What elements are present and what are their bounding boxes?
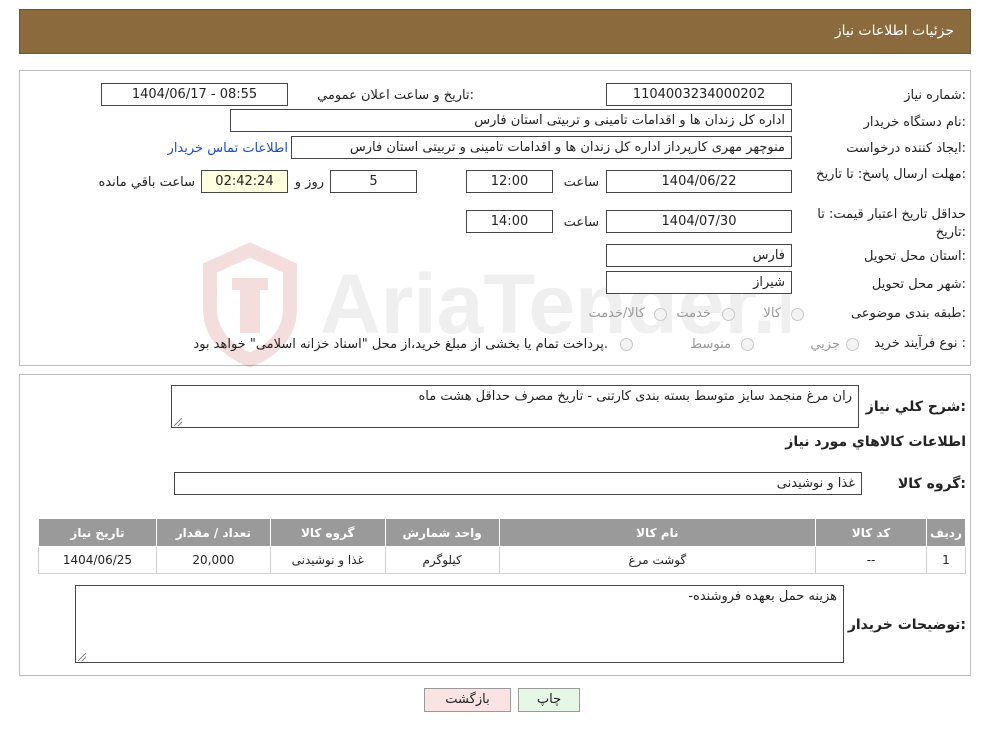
creator-label: ايجاد کننده درخواست: bbox=[846, 141, 966, 156]
buyer-notes-label: توضيحات خريدار: bbox=[847, 617, 966, 633]
col-row-number: رديف bbox=[925, 518, 967, 547]
summary-textarea[interactable]: ران مرغ منجمد سایز متوسط بسته بندی کارتن… bbox=[171, 385, 859, 428]
summary-text: ران مرغ منجمد سایز متوسط بسته بندی کارتن… bbox=[418, 389, 852, 404]
cell-unit: کیلوگرم bbox=[384, 546, 500, 574]
col-goods-name: نام کالا bbox=[498, 518, 817, 547]
city-label: شهر محل تحويل: bbox=[871, 277, 966, 292]
goods-table-header: تاريخ نياز تعداد / مقدار گروه کالا واحد … bbox=[38, 518, 967, 547]
col-quantity: تعداد / مقدار bbox=[155, 518, 271, 547]
category-option-service: خدمت bbox=[676, 306, 711, 321]
buyer-notes-textarea[interactable]: هزینه حمل بعهده فروشنده- bbox=[75, 585, 844, 663]
col-unit: واحد شمارش bbox=[384, 518, 500, 547]
col-goods-code: کد کالا bbox=[815, 518, 927, 547]
cell-goods-group: غذا و نوشیدنی bbox=[269, 546, 386, 574]
summary-label: شرح کلي نياز: bbox=[865, 399, 966, 415]
remaining-time-field: 02:42:24 bbox=[201, 170, 288, 193]
contact-info-link[interactable]: اطلاعات تماس خريدار bbox=[168, 141, 288, 156]
category-label: طبقه بندی موضوعی: bbox=[850, 306, 966, 321]
days-label: روز و bbox=[294, 175, 324, 190]
buyer-field: اداره کل زندان ها و اقدامات تامینی و ترب… bbox=[230, 109, 792, 132]
validity-date-field: 1404/07/30 bbox=[606, 210, 792, 233]
goods-info-title: اطلاعات کالاهاي مورد نياز bbox=[785, 434, 966, 450]
need-number-field: 1104003234000202 bbox=[606, 83, 792, 106]
validity-label: حداقل تاريخ اعتبار قيمت: تا تاريخ: bbox=[817, 207, 966, 240]
buyer-notes-text: هزینه حمل بعهده فروشنده- bbox=[688, 589, 837, 604]
page-title: جزئیات اطلاعات نیاز bbox=[834, 23, 954, 39]
goods-table: تاريخ نياز تعداد / مقدار گروه کالا واحد … bbox=[38, 518, 967, 574]
print-button[interactable]: چاپ bbox=[518, 688, 580, 712]
table-row: 1404/06/25 20,000 غذا و نوشیدنی کیلوگرم … bbox=[38, 546, 967, 574]
cell-goods-name: گوشت مرغ bbox=[498, 546, 817, 574]
announce-field: 1404/06/17 - 08:55 bbox=[101, 83, 288, 106]
category-option-goods-service: کالا/خدمت bbox=[588, 306, 645, 321]
cell-row-number: 1 bbox=[925, 546, 967, 574]
category-radio-goods[interactable] bbox=[791, 308, 804, 321]
announce-label: تاريخ و ساعت اعلان عمومي: bbox=[317, 88, 474, 103]
city-field: شیراز bbox=[606, 271, 792, 294]
cell-quantity: 20,000 bbox=[155, 546, 271, 574]
deadline-time-label: ساعت bbox=[563, 175, 599, 190]
deadline-time-field: 12:00 bbox=[466, 170, 553, 193]
category-radio-goods-service[interactable] bbox=[654, 308, 667, 321]
goods-group-label: گروه کالا: bbox=[897, 476, 966, 492]
validity-time-label: ساعت bbox=[563, 215, 599, 230]
process-label: نوع فرآيند خريد : bbox=[874, 336, 966, 351]
process-radio-medium[interactable] bbox=[741, 338, 754, 351]
category-option-goods: کالا bbox=[763, 306, 781, 321]
remaining-label: ساعت باقي مانده bbox=[98, 175, 195, 190]
creator-field: منوچهر مهری کارپرداز اداره کل زندان ها و… bbox=[291, 136, 792, 159]
province-label: استان محل تحويل: bbox=[864, 249, 966, 264]
process-option-minor: جزيي bbox=[810, 337, 840, 352]
validity-time-field: 14:00 bbox=[466, 210, 553, 233]
days-field: 5 bbox=[330, 170, 417, 193]
process-option-medium: متوسط bbox=[690, 337, 731, 352]
need-number-label: شماره نیاز: bbox=[904, 88, 966, 103]
process-radio-minor[interactable] bbox=[846, 338, 859, 351]
col-goods-group: گروه کالا bbox=[269, 518, 386, 547]
col-need-date: تاريخ نياز bbox=[38, 518, 157, 547]
cell-need-date: 1404/06/25 bbox=[38, 546, 157, 574]
resize-grip-icon[interactable] bbox=[78, 653, 86, 661]
province-field: فارس bbox=[606, 244, 792, 267]
back-button[interactable]: بازگشت bbox=[424, 688, 511, 712]
process-note: پرداخت تمام يا بخشی از مبلغ خريد،از محل … bbox=[193, 337, 608, 352]
category-radio-service[interactable] bbox=[722, 308, 735, 321]
resize-grip-icon[interactable] bbox=[174, 418, 182, 426]
goods-group-field: غذا و نوشیدنی bbox=[174, 472, 862, 495]
cell-goods-code: -- bbox=[815, 546, 927, 574]
process-radio-treasury[interactable] bbox=[620, 338, 633, 351]
buyer-label: نام دستگاه خريدار: bbox=[863, 115, 966, 130]
deadline-label: مهلت ارسال پاسخ: تا تاريخ: bbox=[816, 167, 966, 182]
deadline-date-field: 1404/06/22 bbox=[606, 170, 792, 193]
page-header: جزئیات اطلاعات نیاز bbox=[19, 9, 971, 54]
